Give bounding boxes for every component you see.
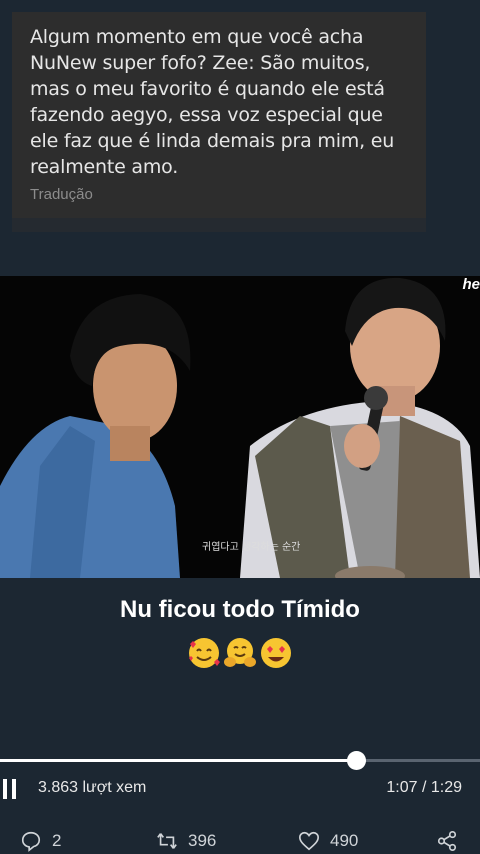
like-button[interactable]: 490 <box>298 830 358 852</box>
reply-icon <box>21 831 41 852</box>
video-subtitle: 귀엽다고 생각하는 순간 <box>202 542 301 553</box>
hugging-face-icon <box>224 638 256 667</box>
retweet-button[interactable]: 396 <box>156 830 216 852</box>
pause-icon[interactable] <box>2 779 18 799</box>
smiling-face-with-hearts-icon <box>189 638 220 668</box>
progress-fill <box>0 759 357 762</box>
caption-text: Algum momento em que você acha NuNew sup… <box>30 26 395 178</box>
share-button[interactable] <box>436 830 458 852</box>
like-count: 490 <box>330 831 359 850</box>
channel-watermark: he <box>462 276 480 293</box>
video-frame[interactable]: he 귀엽다고 생각하는 순간 <box>0 276 480 578</box>
heart-eyes-face-icon <box>261 638 291 668</box>
reply-button[interactable]: 2 <box>20 830 61 852</box>
translate-link[interactable]: Tradução <box>30 186 408 203</box>
progress-thumb[interactable] <box>347 751 367 770</box>
playback-time: 1:07 / 1:29 <box>386 779 462 796</box>
emoji-row <box>0 636 480 670</box>
retweet-count: 396 <box>188 831 217 850</box>
video-headline: Nu ficou todo Tímido <box>120 596 360 623</box>
video-still <box>0 276 480 578</box>
view-count: 3.863 lượt xem <box>38 779 147 796</box>
caption-card: Algum momento em que você acha NuNew sup… <box>12 12 426 218</box>
progress-bar[interactable] <box>0 751 480 770</box>
heart-icon <box>299 831 319 851</box>
retweet-icon <box>157 833 177 849</box>
reply-count: 2 <box>52 831 62 850</box>
caption-card-shadow <box>12 218 426 232</box>
tweet-actions: 2 396 490 <box>0 830 480 854</box>
player-controls: 3.863 lượt xem 1:07 / 1:29 <box>0 776 480 802</box>
share-icon <box>437 831 457 851</box>
